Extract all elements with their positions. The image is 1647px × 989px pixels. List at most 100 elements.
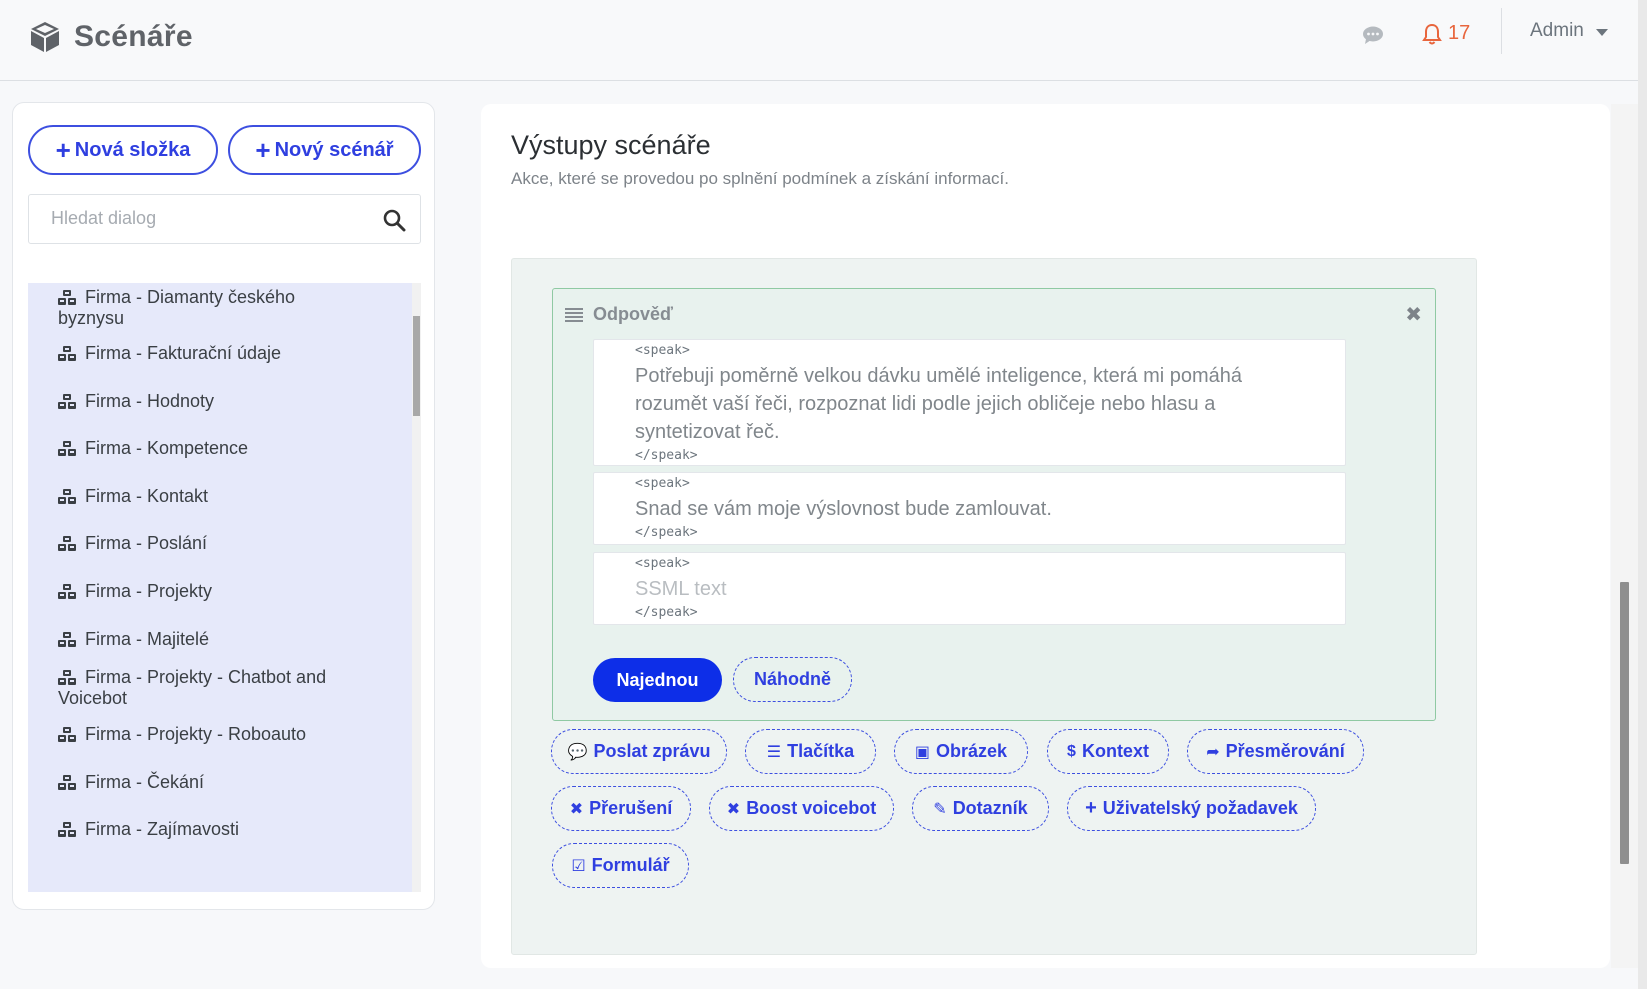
- interrupt-button[interactable]: ✖ Přerušení: [551, 786, 691, 831]
- user-name: Admin: [1530, 20, 1584, 41]
- search-field: [28, 194, 421, 244]
- form-button[interactable]: ☑ Formulář: [552, 843, 689, 888]
- tree-item-label: Firma - Majitelé: [85, 629, 210, 649]
- tree-item[interactable]: Firma - Kontakt: [28, 486, 348, 507]
- redirect-label: Přesměrování: [1225, 741, 1345, 761]
- ssml-editor[interactable]: <speak> Snad se vám moje výslovnost bude…: [593, 472, 1346, 545]
- tree-item-label: Firma - Poslání: [85, 533, 208, 553]
- boost-voicebot-label: Boost voicebot: [746, 798, 877, 818]
- tree-item[interactable]: Firma - Projekty: [28, 581, 348, 602]
- tree-item-label: Firma - Hodnoty: [85, 391, 215, 411]
- cubes-icon: [58, 632, 76, 648]
- send-message-label: Poslat zprávu: [593, 741, 711, 761]
- buttons-button[interactable]: ☰ Tlačítka: [745, 729, 876, 774]
- mode-random-button[interactable]: Náhodně: [733, 657, 852, 702]
- user-request-label: Uživatelský požadavek: [1102, 798, 1298, 818]
- close-icon[interactable]: ✖: [1405, 302, 1422, 327]
- page-scrollbar[interactable]: [1611, 104, 1638, 968]
- list-icon: ☰: [766, 743, 782, 761]
- new-folder-label: Nová složka: [74, 138, 191, 161]
- tree-item-label: Firma - Projekty - Roboauto: [85, 724, 307, 744]
- ssml-text[interactable]: Snad se vám moje výslovnost bude zamlouv…: [635, 495, 1305, 523]
- image-label: Obrázek: [936, 741, 1008, 761]
- image-icon: ▣: [914, 743, 931, 761]
- reply-header[interactable]: Odpověď: [565, 304, 673, 325]
- tree-item-label: Firma - Kontakt: [85, 486, 209, 506]
- times-icon: ✖: [569, 800, 584, 818]
- drag-handle-icon[interactable]: [565, 307, 583, 322]
- cubes-icon: [58, 670, 76, 686]
- tree-item[interactable]: Firma - Poslání: [28, 533, 348, 554]
- boost-voicebot-button[interactable]: ✖ Boost voicebot: [709, 786, 894, 831]
- cubes-icon: [58, 290, 76, 306]
- tree-item[interactable]: Firma - Kompetence: [28, 438, 348, 459]
- context-button[interactable]: $ Kontext: [1047, 729, 1169, 774]
- plus-icon: +: [255, 135, 271, 165]
- tree-item[interactable]: Firma - Čekání: [28, 772, 348, 793]
- times-icon: ✖: [726, 800, 741, 818]
- reply-heading: Odpověď: [593, 304, 673, 324]
- scenario-sidebar: + Nová složka + Nový scénář Firma - Diam…: [12, 102, 435, 910]
- tree-item-label: Firma - Čekání: [85, 772, 205, 792]
- speak-close-tag: </speak>: [635, 605, 698, 620]
- section-title: Výstupy scénáře: [511, 130, 711, 160]
- cubes-icon: [58, 822, 76, 838]
- chevron-down-icon: [1595, 28, 1608, 36]
- cube-icon: [31, 22, 59, 52]
- send-message-button[interactable]: 💬 Poslat zprávu: [551, 729, 727, 774]
- tree-item[interactable]: Firma - Diamanty českého byznysu: [28, 287, 348, 329]
- interrupt-label: Přerušení: [589, 798, 673, 818]
- cubes-icon: [58, 394, 76, 410]
- new-scenario-label: Nový scénář: [274, 138, 394, 161]
- search-input[interactable]: [51, 195, 381, 241]
- new-folder-button[interactable]: + Nová složka: [28, 125, 218, 175]
- chat-icon[interactable]: [1362, 25, 1384, 45]
- speak-open-tag: <speak>: [635, 343, 690, 358]
- plus-icon: +: [55, 135, 71, 165]
- reply-block: Odpověď ✖ <speak> Potřebuji poměrně velk…: [552, 288, 1436, 721]
- user-menu[interactable]: Admin: [1530, 20, 1608, 42]
- tree-item-label: Firma - Kompetence: [85, 438, 249, 458]
- bell-icon[interactable]: [1422, 23, 1442, 45]
- tree-item[interactable]: Firma - Hodnoty: [28, 391, 348, 412]
- dollar-icon: $: [1067, 742, 1076, 760]
- tree-item-label: Firma - Fakturační údaje: [85, 343, 282, 363]
- form-label: Formulář: [591, 855, 670, 875]
- questionnaire-label: Dotazník: [952, 798, 1028, 818]
- ssml-editor-empty[interactable]: <speak> SSML text </speak>: [593, 552, 1346, 625]
- ssml-editor[interactable]: <speak> Potřebuji poměrně velkou dávku u…: [593, 339, 1346, 466]
- image-button[interactable]: ▣ Obrázek: [894, 729, 1028, 774]
- notification-count[interactable]: 17: [1448, 22, 1470, 45]
- tree-item-label: Firma - Projekty: [85, 581, 213, 601]
- new-scenario-button[interactable]: + Nový scénář: [228, 125, 421, 175]
- redirect-button[interactable]: ➦ Přesměrování: [1187, 729, 1364, 774]
- speak-close-tag: </speak>: [635, 525, 698, 540]
- page-scrollbar-thumb[interactable]: [1620, 582, 1629, 864]
- brand: Scénáře: [28, 20, 193, 54]
- user-request-button[interactable]: + Uživatelský požadavek: [1067, 786, 1316, 831]
- tree-item[interactable]: Firma - Zajímavosti: [28, 819, 348, 840]
- mode-once-button[interactable]: Najednou: [593, 658, 722, 702]
- share-icon: ➦: [1206, 743, 1220, 761]
- tree-item[interactable]: Firma - Projekty - Chatbot and Voicebot: [28, 667, 348, 709]
- tree-scrollbar-thumb[interactable]: [413, 316, 420, 416]
- ssml-text[interactable]: Potřebuji poměrně velkou dávku umělé int…: [635, 362, 1305, 446]
- outputs-container: Odpověď ✖ <speak> Potřebuji poměrně velk…: [511, 258, 1477, 955]
- context-label: Kontext: [1081, 741, 1149, 761]
- buttons-label: Tlačítka: [787, 741, 855, 761]
- search-icon[interactable]: [382, 208, 406, 232]
- window-edge: [1638, 0, 1647, 989]
- tree-item[interactable]: Firma - Projekty - Roboauto: [28, 724, 348, 745]
- edit-icon: ✎: [933, 800, 947, 818]
- tree-item[interactable]: Firma - Fakturační údaje: [28, 343, 348, 364]
- ssml-placeholder[interactable]: SSML text: [635, 575, 1305, 603]
- tree-scrollbar[interactable]: [412, 283, 421, 892]
- tree-item[interactable]: Firma - Majitelé: [28, 629, 348, 650]
- cubes-icon: [58, 346, 76, 362]
- cubes-icon: [58, 489, 76, 505]
- tree-item-label: Firma - Zajímavosti: [85, 819, 240, 839]
- comment-icon: 💬: [567, 743, 588, 761]
- questionnaire-button[interactable]: ✎ Dotazník: [912, 786, 1049, 831]
- top-bar: Scénáře 17 Admin: [0, 0, 1638, 81]
- speak-close-tag: </speak>: [635, 448, 698, 463]
